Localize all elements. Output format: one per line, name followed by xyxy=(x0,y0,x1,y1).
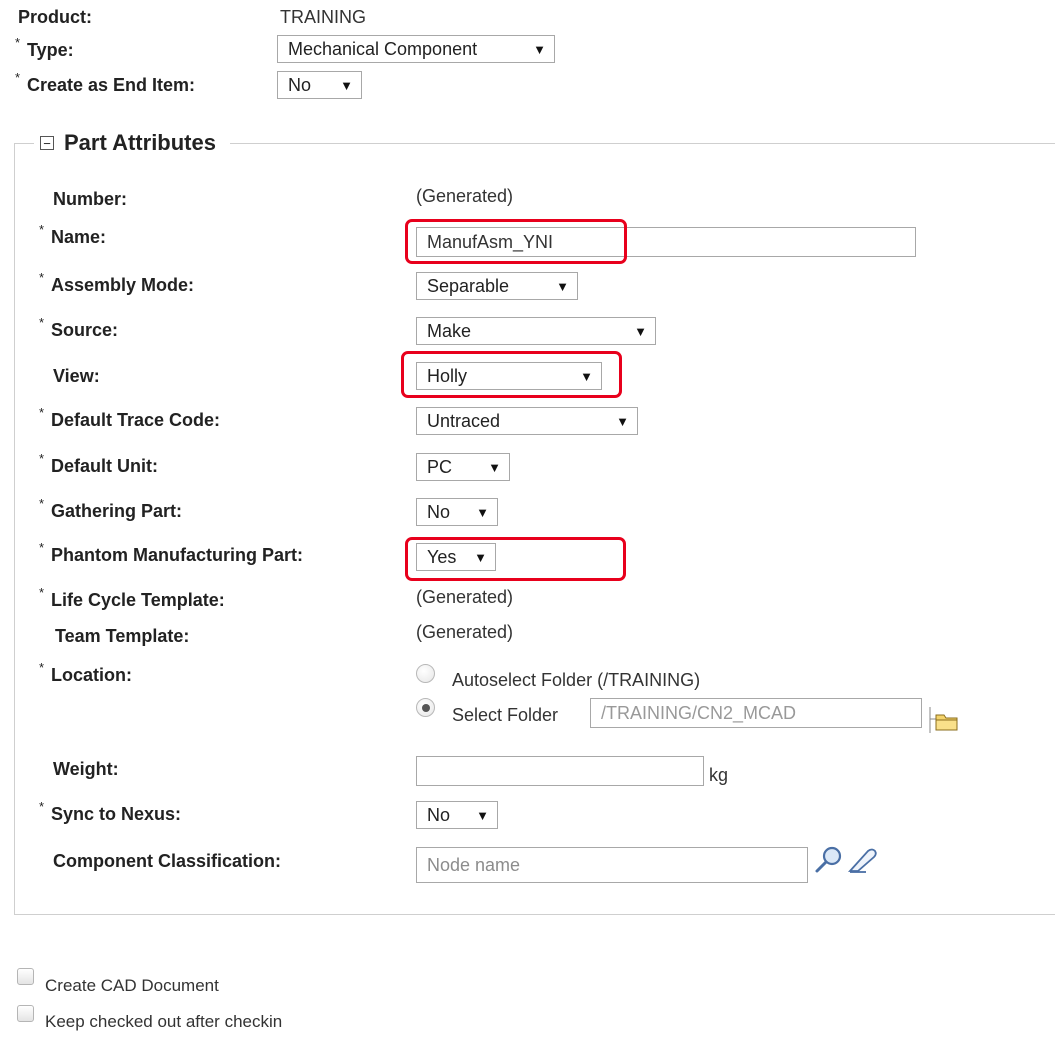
create-cad-label: Create CAD Document xyxy=(45,976,219,995)
end-item-label: Create as End Item: xyxy=(27,75,196,95)
number-value: (Generated) xyxy=(416,186,514,206)
search-icon[interactable] xyxy=(814,845,846,875)
required-marker: * xyxy=(39,496,45,511)
folder-path-input[interactable]: /TRAINING/CN2_MCAD xyxy=(590,698,922,728)
folder-icon[interactable] xyxy=(928,705,960,735)
location-label: Location: xyxy=(51,665,132,685)
autoselect-folder-radio[interactable] xyxy=(416,664,435,683)
weight-input[interactable] xyxy=(416,756,704,786)
trace-code-label: Default Trace Code: xyxy=(51,410,221,430)
view-label: View: xyxy=(53,366,100,386)
chevron-down-icon: ▼ xyxy=(488,459,501,475)
keep-checked-out-checkbox[interactable] xyxy=(17,1005,34,1022)
chevron-down-icon: ▼ xyxy=(476,504,489,520)
source-value: Make xyxy=(427,320,472,341)
required-marker: * xyxy=(39,451,45,466)
section-title: Part Attributes xyxy=(64,130,216,155)
required-marker: * xyxy=(39,585,45,600)
highlight-name xyxy=(405,219,627,264)
required-marker: * xyxy=(39,540,45,555)
assembly-mode-value: Separable xyxy=(427,275,510,296)
required-marker: * xyxy=(39,270,45,285)
highlight-view xyxy=(401,351,622,398)
highlight-phantom xyxy=(405,537,626,581)
assembly-mode-label: Assembly Mode: xyxy=(51,275,195,295)
classification-placeholder: Node name xyxy=(427,854,521,875)
default-unit-value: PC xyxy=(427,456,453,477)
required-marker: * xyxy=(39,799,45,814)
trace-code-value: Untraced xyxy=(427,410,501,431)
autoselect-folder-label: Autoselect Folder (/TRAINING) xyxy=(452,670,701,690)
number-label: Number: xyxy=(53,189,128,209)
product-label: Product: xyxy=(18,7,92,27)
assembly-mode-select[interactable]: Separable ▼ xyxy=(416,272,578,300)
weight-label: Weight: xyxy=(53,759,119,779)
classification-label: Component Classification: xyxy=(53,851,282,871)
default-unit-label: Default Unit: xyxy=(51,456,158,476)
select-folder-radio[interactable] xyxy=(416,698,435,717)
chevron-down-icon: ▼ xyxy=(634,323,647,339)
classification-input[interactable]: Node name xyxy=(416,847,808,883)
sync-nexus-select[interactable]: No ▼ xyxy=(416,801,498,829)
chevron-down-icon: ▼ xyxy=(616,413,629,429)
weight-unit: kg xyxy=(709,765,729,785)
chevron-down-icon: ▼ xyxy=(556,278,569,294)
required-marker: * xyxy=(39,660,45,675)
select-folder-label: Select Folder xyxy=(452,705,559,725)
sync-nexus-value: No xyxy=(427,804,451,825)
required-marker: * xyxy=(15,70,21,85)
phantom-label: Phantom Manufacturing Part: xyxy=(51,545,304,565)
life-cycle-value: (Generated) xyxy=(416,587,514,607)
folder-path-value: /TRAINING/CN2_MCAD xyxy=(601,702,797,723)
type-select-value: Mechanical Component xyxy=(288,38,478,59)
name-label: Name: xyxy=(51,227,107,247)
source-select[interactable]: Make ▼ xyxy=(416,317,656,345)
keep-checked-out-label: Keep checked out after checkin xyxy=(45,1012,283,1031)
chevron-down-icon: ▼ xyxy=(340,77,353,93)
type-label: Type: xyxy=(27,40,74,60)
chevron-down-icon: ▼ xyxy=(533,41,546,57)
end-item-select-value: No xyxy=(288,74,312,95)
life-cycle-label: Life Cycle Template: xyxy=(51,590,225,610)
required-marker: * xyxy=(39,222,45,237)
trace-code-select[interactable]: Untraced ▼ xyxy=(416,407,638,435)
gathering-part-select[interactable]: No ▼ xyxy=(416,498,498,526)
collapse-icon[interactable]: − xyxy=(40,136,54,150)
required-marker: * xyxy=(39,405,45,420)
required-marker: * xyxy=(15,35,21,50)
source-label: Source: xyxy=(51,320,119,340)
type-select[interactable]: Mechanical Component ▼ xyxy=(277,35,555,63)
end-item-select[interactable]: No ▼ xyxy=(277,71,362,99)
gathering-part-value: No xyxy=(427,501,451,522)
required-marker: * xyxy=(39,315,45,330)
team-template-label: Team Template: xyxy=(55,626,190,646)
sync-nexus-label: Sync to Nexus: xyxy=(51,804,182,824)
team-template-value: (Generated) xyxy=(416,622,514,642)
product-value: TRAINING xyxy=(280,7,367,27)
gathering-part-label: Gathering Part: xyxy=(51,501,183,521)
default-unit-select[interactable]: PC ▼ xyxy=(416,453,510,481)
clear-eraser-icon[interactable] xyxy=(846,845,880,875)
part-attributes-legend: − Part Attributes xyxy=(34,130,230,156)
chevron-down-icon: ▼ xyxy=(476,807,489,823)
create-cad-checkbox[interactable] xyxy=(17,968,34,985)
